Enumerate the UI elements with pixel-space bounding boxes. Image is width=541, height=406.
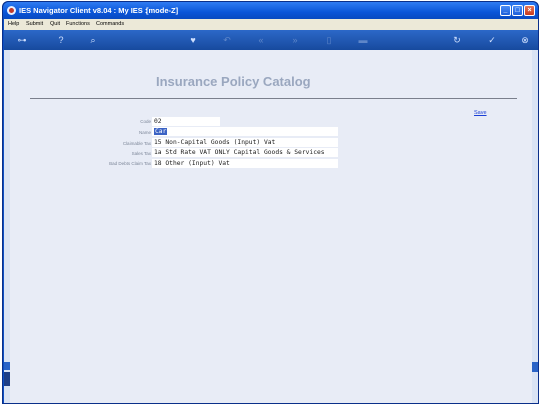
app-window: IES Navigator Client v8.04 : My IES : [m…: [2, 1, 539, 404]
close-window-button[interactable]: ×: [524, 5, 535, 16]
heart-icon[interactable]: ♥: [186, 30, 200, 50]
menu-bar: Help Submit Quit Functions Commands: [4, 19, 538, 30]
sidebar-tab[interactable]: [532, 362, 538, 372]
check-icon[interactable]: ✓: [485, 30, 499, 50]
forward-icon[interactable]: »: [288, 30, 302, 50]
window-title: IES Navigator Client v8.04 : My IES :: [19, 6, 148, 15]
claimable-tax-field[interactable]: 15 Non-Capital Goods (Input) Vat: [152, 138, 338, 147]
back-icon[interactable]: «: [254, 30, 268, 50]
help-icon[interactable]: ?: [54, 30, 68, 50]
refresh-icon[interactable]: ↻: [450, 30, 464, 50]
name-field-text: Car: [154, 128, 168, 135]
undo-icon[interactable]: ↶: [220, 30, 234, 50]
window-mode: [mode-Z]: [146, 6, 179, 15]
code-field[interactable]: 02: [152, 117, 220, 126]
right-sidebar: [532, 50, 538, 403]
bad-debts-claim-tax-field[interactable]: 18 Other (Input) Vat: [152, 159, 338, 168]
code-label: Code: [140, 119, 151, 124]
sales-tax-field[interactable]: 1a Std Rate VAT ONLY Capital Goods & Ser…: [152, 148, 338, 157]
name-label: Name: [138, 130, 151, 135]
page-icon[interactable]: ▯: [322, 30, 336, 50]
bad-debts-claim-tax-label: Bad Debts Claim Tax: [109, 161, 151, 166]
key-icon[interactable]: ⊶: [10, 30, 34, 50]
claimable-tax-label: Claimable Tax: [122, 141, 151, 146]
save-link[interactable]: Save: [474, 110, 487, 116]
menu-quit[interactable]: Quit: [50, 19, 60, 30]
minimize-button[interactable]: _: [500, 5, 511, 16]
search-icon[interactable]: ⌕: [86, 30, 100, 50]
page-title: Insurance Policy Catalog: [156, 74, 311, 89]
maximize-button[interactable]: □: [512, 5, 523, 16]
title-bar: IES Navigator Client v8.04 : My IES : [m…: [3, 2, 538, 19]
title-divider: [30, 98, 517, 99]
menu-submit[interactable]: Submit: [26, 19, 43, 30]
app-icon: [7, 6, 16, 15]
close-icon[interactable]: ⊗: [518, 30, 532, 50]
toolbar: ⊶ ? ⌕ ♥ ↶ « » ▯ ▬ ↻ ✓ ⊗: [4, 30, 538, 50]
name-field[interactable]: Car: [152, 127, 338, 136]
menu-functions[interactable]: Functions: [66, 19, 90, 30]
main-content: Insurance Policy Catalog Save Code 02 Na…: [10, 50, 532, 403]
sales-tax-label: Sales Tax: [131, 151, 151, 156]
home-icon[interactable]: ▬: [356, 30, 370, 50]
menu-help[interactable]: Help: [8, 19, 19, 30]
menu-commands[interactable]: Commands: [96, 19, 124, 30]
